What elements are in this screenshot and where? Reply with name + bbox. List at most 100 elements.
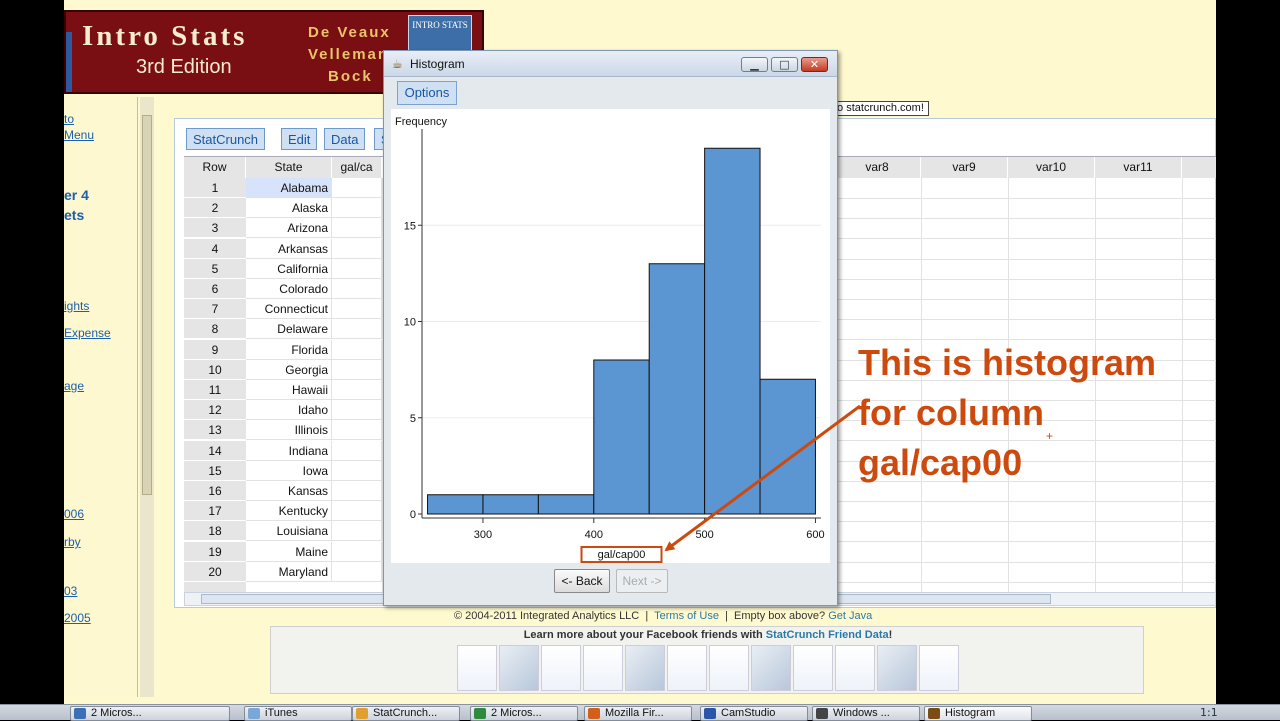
state-cell[interactable]: Alaska	[246, 198, 332, 219]
gal-cap-cell[interactable]	[332, 299, 382, 320]
state-cell[interactable]: Illinois	[246, 420, 332, 441]
taskbar-item[interactable]: StatCrunch...	[352, 706, 460, 721]
nav-item[interactable]: rby	[64, 535, 81, 549]
taskbar-item[interactable]: iTunes	[244, 706, 352, 721]
gal-cap-cell[interactable]	[332, 501, 382, 522]
friend-data-thumbnail[interactable]	[835, 645, 875, 691]
gal-cap-cell[interactable]	[332, 521, 382, 542]
system-tray: 1:1	[1040, 706, 1218, 721]
gal-cap-cell[interactable]	[332, 198, 382, 219]
nav-item[interactable]: 03	[64, 584, 77, 598]
menu-data-button[interactable]: Data	[324, 128, 366, 150]
state-cell[interactable]: Delaware	[246, 319, 332, 340]
friend-data-thumbnail[interactable]	[499, 645, 539, 691]
state-cell[interactable]: Connecticut	[246, 299, 332, 320]
state-cell[interactable]: Indiana	[246, 440, 332, 461]
gal-cap-cell[interactable]	[332, 420, 382, 441]
gal-cap-cell[interactable]	[332, 178, 382, 198]
friend-data-thumbnail[interactable]	[709, 645, 749, 691]
taskbar-label: CamStudio	[721, 707, 776, 719]
taskbar-item[interactable]: Windows ...	[812, 706, 920, 721]
column-header-var8[interactable]: var8	[834, 157, 921, 178]
column-header-state[interactable]: State	[246, 157, 332, 178]
nav-item: ets	[64, 207, 85, 223]
histogram-bar	[593, 359, 650, 515]
get-java-link[interactable]: Get Java	[828, 610, 872, 622]
menu-statcrunch-button[interactable]: StatCrunch	[186, 128, 266, 150]
column-header-var9[interactable]: var9	[921, 157, 1008, 178]
friend-data-thumbnail[interactable]	[541, 645, 581, 691]
options-button[interactable]: Options	[397, 81, 457, 105]
friend-data-thumbnail[interactable]	[793, 645, 833, 691]
state-cell[interactable]: Alabama	[246, 178, 332, 198]
friend-data-thumbnail[interactable]	[877, 645, 917, 691]
friend-data-link[interactable]: StatCrunch Friend Data	[766, 629, 889, 641]
left-nav-scrollbar[interactable]	[140, 97, 154, 697]
nav-item[interactable]: 006	[64, 507, 84, 521]
state-cell[interactable]: Maine	[246, 541, 332, 562]
close-button[interactable]: ✕	[801, 57, 828, 72]
window-titlebar[interactable]: ☕ Histogram ▁ □ ✕	[384, 51, 837, 77]
nav-item[interactable]: age	[64, 379, 84, 393]
state-cell[interactable]: Arizona	[246, 218, 332, 239]
gal-cap-cell[interactable]	[332, 238, 382, 259]
friend-data-thumbnail[interactable]	[919, 645, 959, 691]
row-number: 1	[184, 178, 246, 198]
state-cell[interactable]: Idaho	[246, 400, 332, 421]
gal-cap-cell[interactable]	[332, 380, 382, 400]
state-cell[interactable]: Kentucky	[246, 501, 332, 522]
state-cell[interactable]: Arkansas	[246, 238, 332, 259]
column-header-row[interactable]: Row	[184, 157, 246, 178]
taskbar-item[interactable]: 2 Micros...	[70, 706, 230, 721]
nav-item[interactable]: to	[64, 112, 74, 126]
state-cell[interactable]: Iowa	[246, 460, 332, 481]
friend-data-thumbnail[interactable]	[667, 645, 707, 691]
column-header-gal-cap[interactable]: gal/ca	[332, 157, 382, 178]
state-cell[interactable]: Florida	[246, 339, 332, 360]
statcrunch-page: Intro Stats 3rd Edition De Veaux Vellema…	[64, 0, 1216, 720]
friend-data-thumbnail[interactable]	[751, 645, 791, 691]
state-cell[interactable]: Hawaii	[246, 380, 332, 400]
maximize-button[interactable]: □	[771, 57, 798, 72]
terms-of-use-link[interactable]: Terms of Use	[654, 610, 719, 622]
annotation-line-3: gal/cap00	[858, 442, 1023, 483]
gal-cap-cell[interactable]	[332, 561, 382, 582]
taskbar-item[interactable]: Mozilla Fir...	[584, 706, 692, 721]
gal-cap-cell[interactable]	[332, 258, 382, 279]
gal-cap-cell[interactable]	[332, 279, 382, 299]
back-button[interactable]: <- Back	[554, 569, 610, 593]
friend-data-thumbnail[interactable]	[625, 645, 665, 691]
column-header-var10[interactable]: var10	[1008, 157, 1095, 178]
nav-item[interactable]: Expense	[64, 326, 111, 340]
nav-item[interactable]: 2005	[64, 611, 91, 625]
gal-cap-cell[interactable]	[332, 440, 382, 461]
taskbar-item[interactable]: Histogram	[924, 706, 1032, 721]
row-number: 8	[184, 319, 246, 340]
state-cell[interactable]: Kansas	[246, 481, 332, 501]
gal-cap-cell[interactable]	[332, 541, 382, 562]
gal-cap-cell[interactable]	[332, 218, 382, 239]
scrollbar-thumb[interactable]	[142, 115, 152, 495]
state-cell[interactable]: California	[246, 258, 332, 279]
banner-author-3: Bock	[328, 68, 373, 85]
menu-edit-button[interactable]: Edit	[281, 128, 318, 150]
minimize-button[interactable]: ▁	[741, 57, 768, 72]
friend-data-thumbnail[interactable]	[583, 645, 623, 691]
taskbar-item[interactable]: 2 Micros...	[470, 706, 578, 721]
state-cell[interactable]: Colorado	[246, 279, 332, 299]
gal-cap-cell[interactable]	[332, 359, 382, 380]
column-header-var11[interactable]: var11	[1095, 157, 1182, 178]
nav-item[interactable]: ights	[64, 299, 89, 313]
gal-cap-cell[interactable]	[332, 400, 382, 421]
gal-cap-cell[interactable]	[332, 460, 382, 481]
gal-cap-cell[interactable]	[332, 319, 382, 340]
state-cell[interactable]: Maryland	[246, 561, 332, 582]
state-cell[interactable]: Louisiana	[246, 521, 332, 542]
gal-cap-cell[interactable]	[332, 339, 382, 360]
row-number: 5	[184, 258, 246, 279]
taskbar-item[interactable]: CamStudio	[700, 706, 808, 721]
gal-cap-cell[interactable]	[332, 481, 382, 501]
state-cell[interactable]: Georgia	[246, 359, 332, 380]
nav-item[interactable]: Menu	[64, 128, 94, 142]
friend-data-thumbnail[interactable]	[457, 645, 497, 691]
